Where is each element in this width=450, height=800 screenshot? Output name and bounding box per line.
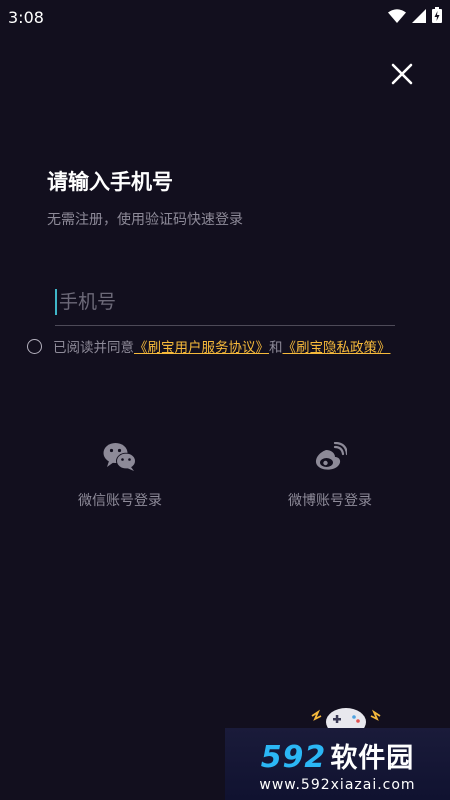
phone-input[interactable] xyxy=(59,290,379,313)
agreement-prefix: 已阅读并同意 xyxy=(53,340,134,356)
weibo-icon xyxy=(313,440,347,474)
battery-icon xyxy=(432,7,442,27)
watermark-banner: 592 软件园 www.592xiazai.com xyxy=(225,728,450,800)
close-icon xyxy=(391,63,413,89)
page-subtitle: 无需注册，使用验证码快速登录 xyxy=(47,212,243,228)
watermark-text: 软件园 xyxy=(330,742,415,774)
weibo-login-button[interactable]: 微博账号登录 xyxy=(250,440,410,510)
wifi-icon xyxy=(388,8,406,27)
signal-icon xyxy=(412,8,426,27)
status-bar: 3:08 xyxy=(0,0,450,34)
page-title: 请输入手机号 xyxy=(47,170,173,194)
agreement-conjunction: 和 xyxy=(269,340,283,356)
status-time: 3:08 xyxy=(8,7,44,27)
text-caret xyxy=(55,288,57,315)
wechat-login-button[interactable]: 微信账号登录 xyxy=(40,440,200,510)
close-button[interactable] xyxy=(386,60,418,92)
user-agreement-link[interactable]: 《刷宝用户服务协议》 xyxy=(134,336,269,356)
weibo-login-label: 微博账号登录 xyxy=(288,493,372,509)
agreement-row: 已阅读并同意 《刷宝用户服务协议》 和 《刷宝隐私政策》 xyxy=(27,336,391,356)
phone-field[interactable] xyxy=(55,278,395,326)
watermark-title: 592 软件园 xyxy=(261,736,415,775)
watermark-number: 592 xyxy=(260,739,327,775)
wechat-login-label: 微信账号登录 xyxy=(78,493,162,509)
status-icons xyxy=(388,7,442,27)
agreement-radio[interactable] xyxy=(27,338,42,354)
wechat-icon xyxy=(103,440,137,474)
watermark-url: www.592xiazai.com xyxy=(259,776,416,793)
privacy-policy-link[interactable]: 《刷宝隐私政策》 xyxy=(283,336,391,356)
